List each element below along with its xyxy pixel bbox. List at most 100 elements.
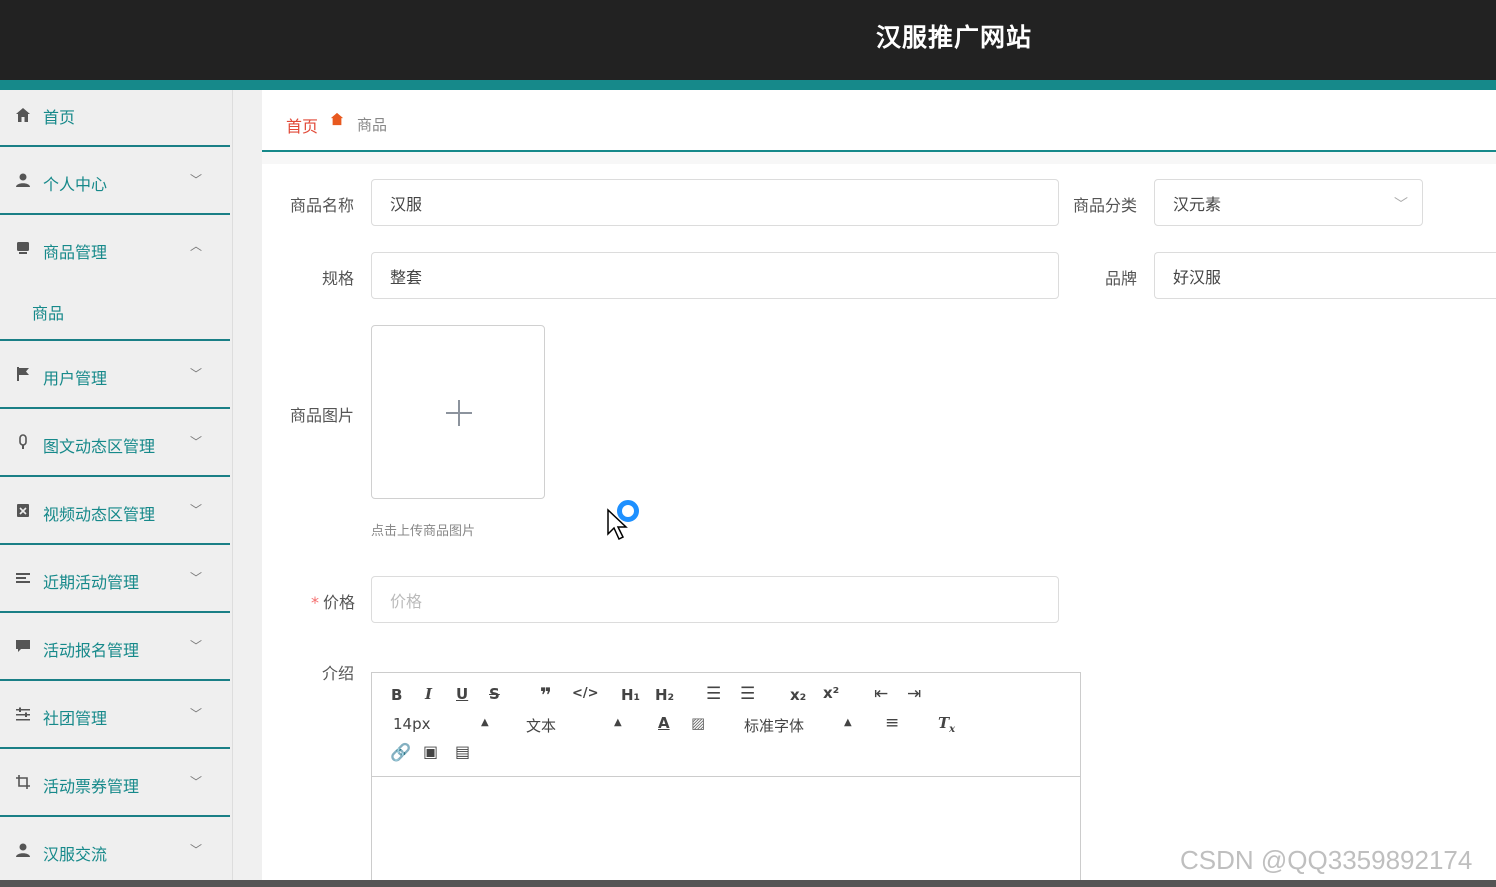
- sidebar-item-image-feed-management[interactable]: 图文动态区管理 ﹀: [0, 409, 230, 477]
- goods-category-value: 汉元素: [1173, 194, 1222, 214]
- sidebar-item-hanfu-exchange[interactable]: 汉服交流 ﹀: [0, 817, 230, 885]
- indent-button[interactable]: ⇥: [907, 684, 921, 704]
- user-icon: [14, 171, 32, 189]
- superscript-button[interactable]: x²: [823, 684, 839, 702]
- updown-icon: ▲: [481, 717, 489, 728]
- home-icon: [330, 112, 344, 130]
- sidebar-item-club-management[interactable]: 社团管理 ﹀: [0, 681, 230, 749]
- chevron-down-icon: ﹀: [190, 707, 203, 721]
- breadcrumb: 首页 商品: [262, 90, 1496, 152]
- clipboard-icon: [14, 501, 32, 519]
- price-label: * 价格: [311, 593, 356, 612]
- price-input[interactable]: 价格: [371, 576, 1059, 623]
- sidebar: 首页 个人中心 ﹀ 商品管理 ︿ 商品 用户管理 ﹀ 图文动态区管理 ﹀ 视频动: [0, 90, 233, 887]
- ordered-list-button[interactable]: ☰: [706, 684, 721, 704]
- list-icon: [14, 569, 32, 587]
- sidebar-subitem-goods[interactable]: 商品: [32, 300, 64, 324]
- mic-icon: [14, 433, 32, 451]
- top-header: 汉服推广网站: [0, 0, 1496, 80]
- sidebar-item-label: 首页: [43, 108, 76, 127]
- upload-tip: 点击上传商品图片: [371, 524, 476, 539]
- goods-category-label: 商品分类: [1073, 196, 1138, 215]
- sidebar-item-user-management[interactable]: 用户管理 ﹀: [0, 341, 230, 409]
- chevron-down-icon: ﹀: [190, 367, 203, 381]
- bold-button[interactable]: B: [391, 686, 402, 704]
- sidebar-item-label: 活动报名管理: [43, 641, 140, 660]
- chevron-up-icon: ︿: [190, 239, 203, 253]
- breadcrumb-home[interactable]: 首页: [286, 113, 318, 137]
- required-asterisk: *: [311, 593, 319, 612]
- sidebar-item-activity-signup-management[interactable]: 活动报名管理 ﹀: [0, 613, 230, 681]
- video-icon[interactable]: ▤: [455, 742, 470, 761]
- goods-name-input[interactable]: 汉服: [371, 179, 1059, 226]
- image-upload-box[interactable]: [371, 325, 545, 499]
- spec-input[interactable]: 整套: [371, 252, 1059, 299]
- chevron-down-icon: ﹀: [190, 173, 203, 187]
- h1-button[interactable]: H₁: [621, 686, 640, 704]
- sidebar-item-label: 个人中心: [43, 175, 108, 194]
- sidebar-item-label: 用户管理: [43, 369, 108, 388]
- sidebar-item-label: 活动票券管理: [43, 777, 140, 796]
- code-button[interactable]: </>: [572, 686, 599, 701]
- chevron-down-icon: ﹀: [190, 435, 203, 449]
- header-select[interactable]: 文本 ▲: [526, 715, 626, 736]
- breadcrumb-current: 商品: [357, 116, 388, 134]
- background-color-button[interactable]: ▨: [691, 714, 705, 732]
- updown-icon: ▲: [844, 717, 852, 728]
- sidebar-item-ticket-management[interactable]: 活动票券管理 ﹀: [0, 749, 230, 817]
- outdent-button[interactable]: ⇤: [874, 684, 888, 704]
- user-icon: [14, 841, 32, 859]
- watermark: CSDN @QQ3359892174: [1180, 845, 1473, 875]
- sliders-icon: [14, 705, 32, 723]
- goods-name-label: 商品名称: [290, 196, 355, 215]
- bottom-scrollbar: [0, 880, 1496, 887]
- chat-icon: [14, 637, 32, 655]
- brand-label: 品牌: [1105, 269, 1138, 288]
- sidebar-item-recent-activity-management[interactable]: 近期活动管理 ﹀: [0, 545, 230, 613]
- bullet-list-button[interactable]: ☰: [740, 684, 755, 704]
- chevron-down-icon: ﹀: [190, 843, 203, 857]
- chevron-down-icon: ﹀: [190, 571, 203, 585]
- sidebar-item-label: 图文动态区管理: [43, 437, 156, 456]
- home-icon: [14, 106, 32, 124]
- goods-category-select[interactable]: 汉元素 ﹀: [1154, 179, 1423, 226]
- image-icon[interactable]: ▣: [423, 742, 438, 761]
- font-size-select[interactable]: 14px ▲: [393, 715, 493, 733]
- chevron-down-icon: ﹀: [190, 503, 203, 517]
- subscript-button[interactable]: x₂: [790, 686, 806, 704]
- underline-button[interactable]: U: [456, 685, 468, 703]
- goods-image-label: 商品图片: [290, 406, 355, 425]
- h2-button[interactable]: H₂: [655, 686, 674, 704]
- spacer: [262, 152, 1496, 164]
- sidebar-item-label: 汉服交流: [43, 845, 108, 864]
- loading-spinner-icon: [617, 500, 639, 522]
- font-color-button[interactable]: A: [658, 714, 670, 732]
- align-button[interactable]: ≡: [885, 713, 899, 733]
- chevron-down-icon: ﹀: [190, 775, 203, 789]
- link-icon[interactable]: 🔗: [390, 743, 411, 763]
- sidebar-item-personal-center[interactable]: 个人中心 ﹀: [0, 147, 230, 215]
- font-family-select[interactable]: 标准字体 ▲: [744, 715, 854, 736]
- main-content: 首页 商品 商品名称 汉服 商品分类 汉元素 ﹀ 规格 整套 品牌 好汉服 商品…: [262, 90, 1496, 887]
- brand-input[interactable]: 好汉服: [1154, 252, 1496, 299]
- sidebar-item-label: 视频动态区管理: [43, 505, 156, 524]
- sidebar-item-goods-management[interactable]: 商品管理 ︿ 商品: [0, 215, 230, 341]
- crop-icon: [14, 773, 32, 791]
- shop-icon: [14, 239, 32, 257]
- sidebar-item-home[interactable]: 首页: [0, 90, 230, 147]
- spec-label: 规格: [322, 269, 355, 288]
- strike-button[interactable]: S: [489, 685, 500, 703]
- header-accent-line: [0, 80, 1496, 90]
- clear-format-button[interactable]: Tx: [938, 714, 955, 735]
- flag-icon: [14, 365, 32, 383]
- sidebar-item-label: 社团管理: [43, 709, 108, 728]
- sidebar-item-video-feed-management[interactable]: 视频动态区管理 ﹀: [0, 477, 230, 545]
- chevron-down-icon: ﹀: [1394, 197, 1408, 213]
- rich-text-editor: B I U S ❞ </> H₁ H₂ ☰ ☰ x₂ x² ⇤ ⇥ 14px ▲…: [371, 672, 1081, 887]
- blockquote-button[interactable]: ❞: [540, 683, 552, 707]
- sidebar-item-label: 近期活动管理: [43, 573, 140, 592]
- intro-label: 介绍: [322, 664, 355, 683]
- site-title: 汉服推广网站: [876, 23, 1033, 52]
- updown-icon: ▲: [614, 717, 622, 728]
- italic-button[interactable]: I: [425, 685, 432, 703]
